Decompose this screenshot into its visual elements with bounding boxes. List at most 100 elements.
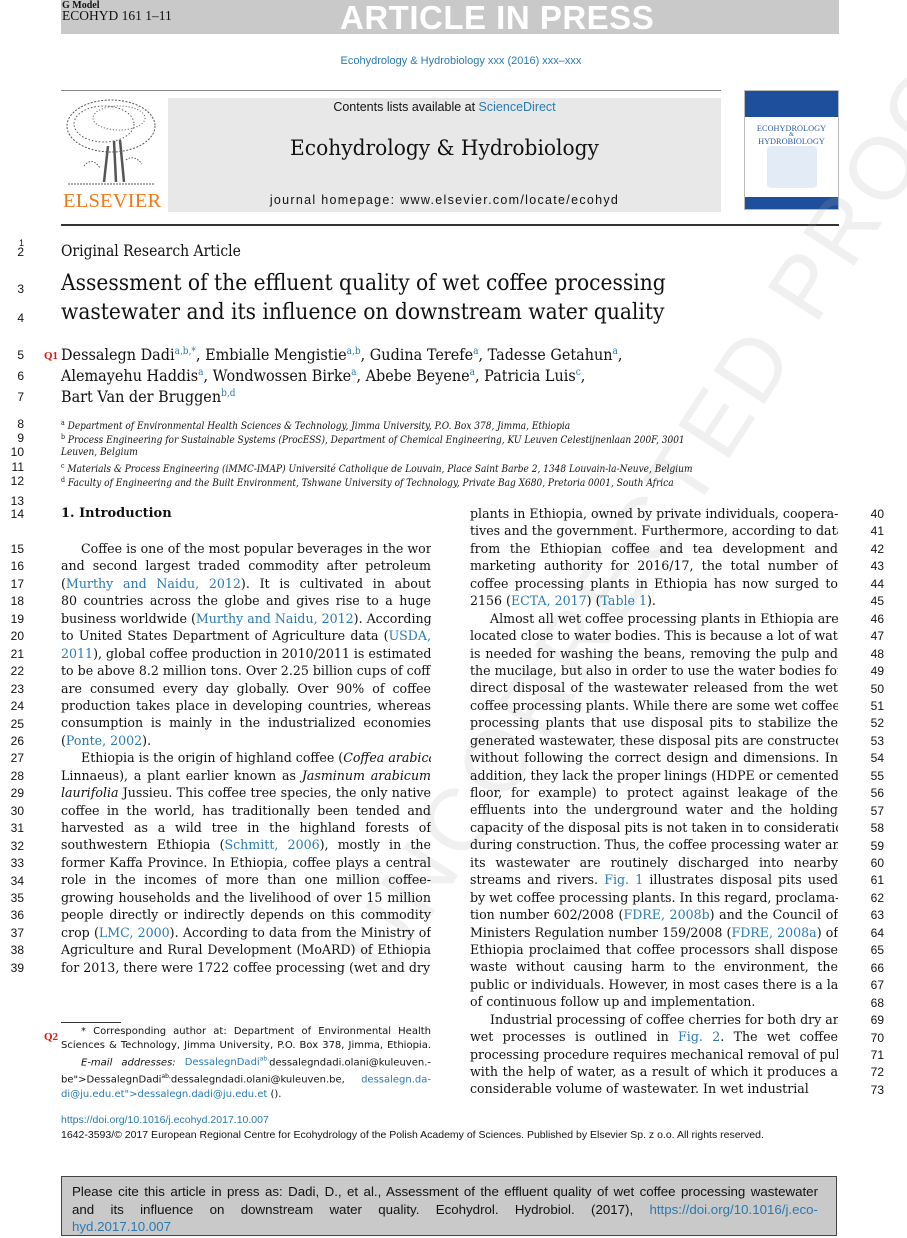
species-name: Jasminum arabicum xyxy=(301,767,431,783)
query-mark-q1[interactable]: Q1 xyxy=(44,350,58,362)
line-number: 45 xyxy=(870,594,884,609)
journal-title: Ecohydrology & Hydrobiology xyxy=(290,136,599,160)
divider xyxy=(61,90,721,91)
author-name[interactable]: Dessalegn Dadi xyxy=(61,345,175,364)
line-number: 37 xyxy=(10,925,24,940)
section-heading-introduction: 1. Introduction xyxy=(61,506,172,521)
line-number: 56 xyxy=(870,786,884,801)
line-number: 38 xyxy=(10,943,24,958)
affiliation-c: c Materials & Process Engineering (iMMC-… xyxy=(61,462,693,475)
query-mark-q2[interactable]: Q2 xyxy=(44,1031,58,1043)
line-number: 6 xyxy=(17,369,24,383)
sciencedirect-link[interactable]: ScienceDirect xyxy=(479,100,556,114)
cover-title: ECOHYDROLOGY & HYDROBIOLOGY xyxy=(747,124,836,146)
author-name[interactable]: Wondwossen Birke xyxy=(213,366,351,385)
text-line: and second largest traded commodity afte… xyxy=(61,558,431,574)
author-name[interactable]: Gudina Terefe xyxy=(370,345,473,364)
footnote-divider xyxy=(61,1022,121,1023)
text-line: capacity of the disposal pits is not tak… xyxy=(470,819,838,835)
author-name[interactable]: Embialle Mengistie xyxy=(205,345,347,364)
line-number: 52 xyxy=(870,716,884,731)
citation-link[interactable]: Ponte, 2002 xyxy=(66,733,142,748)
citation-link[interactable]: FDRE, 2008a xyxy=(731,925,816,940)
author-affiliation[interactable]: a xyxy=(613,346,618,357)
author-name[interactable]: Bart Van der Bruggen xyxy=(61,387,221,406)
text-line: considerable volume of wastewater. In we… xyxy=(470,1081,809,1097)
author-name[interactable]: Tadesse Getahun xyxy=(488,345,613,364)
line-number: 64 xyxy=(870,925,884,940)
author-name[interactable]: Patricia Luis xyxy=(484,366,576,385)
author-affiliation[interactable]: a xyxy=(351,367,356,378)
footnote-line: Sciences & Technology, Jimma University,… xyxy=(61,1040,431,1051)
email-link[interactable]: DessalegnDadiab, xyxy=(185,1056,269,1068)
line-number: 61 xyxy=(870,873,884,888)
footnote-email-line: be">DessalegnDadiab,dessalegndadi.olani@… xyxy=(61,1073,431,1086)
line-number: 43 xyxy=(870,559,884,574)
email-link[interactable]: di@ju.edu.et">dessalegn.dadi@ju.edu.et xyxy=(61,1089,267,1100)
line-number: 17 xyxy=(10,576,24,591)
body-column-right: plants in Ethiopia, owned by private ind… xyxy=(470,505,838,1098)
email-link[interactable]: dessalegn.da- xyxy=(361,1075,431,1086)
text-line: its wastewater are routinely discharged … xyxy=(470,854,838,870)
line-number: 69 xyxy=(870,1013,884,1028)
citation-link[interactable]: LMC, 2000 xyxy=(99,925,170,940)
line-number: 15 xyxy=(10,542,24,556)
text-line: to United States Department of Agricultu… xyxy=(61,628,431,644)
text-line: effluents into the underground water and… xyxy=(470,802,838,818)
citation-link[interactable]: 2011 xyxy=(61,646,93,661)
citation-link[interactable]: USDA, xyxy=(389,628,431,643)
author-affiliation[interactable]: a xyxy=(470,367,475,378)
text-line: streams and rivers. Fig. 1 illustrates d… xyxy=(470,872,838,888)
journal-reference[interactable]: Ecohydrology & Hydrobiology xxx (2016) x… xyxy=(0,55,907,67)
line-number: 22 xyxy=(10,664,24,679)
line-number: 65 xyxy=(870,943,884,958)
text-line: former Kaffa Province. In Ethiopia, coff… xyxy=(61,854,431,870)
citation-link[interactable]: Fig. 1 xyxy=(604,872,643,887)
line-number: 44 xyxy=(870,576,884,591)
citation-link[interactable]: ECTA, 2017 xyxy=(511,593,587,608)
citation-link[interactable]: Table 1 xyxy=(601,593,648,608)
line-number: 30 xyxy=(10,803,24,818)
author-affiliation[interactable]: a xyxy=(473,346,478,357)
line-number: 68 xyxy=(870,995,884,1010)
citation-line: Please cite this article in press as: Da… xyxy=(72,1184,818,1199)
line-number: 42 xyxy=(870,541,884,556)
citation-link[interactable]: FDRE, 2008b xyxy=(623,907,709,922)
citation-link[interactable]: Schmitt, 2006 xyxy=(225,837,320,852)
line-number: 5 xyxy=(17,348,24,362)
corresponding-author-footnote: * Corresponding author at: Department of… xyxy=(61,1025,431,1102)
citation-doi-link[interactable]: https://doi.org/10.1016/j.eco- xyxy=(649,1202,818,1217)
text-line: growing households and the livelihood of… xyxy=(61,889,431,905)
line-number: 32 xyxy=(10,838,24,853)
journal-cover-thumbnail[interactable]: ECOHYDROLOGY & HYDROBIOLOGY xyxy=(744,90,839,210)
line-number: 10 xyxy=(10,445,24,459)
affiliation-text: Faculty of Engineering and the Built Env… xyxy=(67,478,674,489)
text-line: without following the correct design and… xyxy=(470,750,838,766)
citation-link[interactable]: Fig. 2 xyxy=(678,1029,720,1044)
footnote-email-line: di@ju.edu.et">dessalegn.dadi@ju.edu.et (… xyxy=(61,1088,282,1100)
author-name[interactable]: Abebe Beyene xyxy=(366,366,470,385)
line-number: 60 xyxy=(870,856,884,870)
line-number: 70 xyxy=(870,1030,884,1045)
citation-link[interactable]: Murthy and Naidu, 2012 xyxy=(66,576,241,591)
text-line: public or individuals. However, in most … xyxy=(470,976,838,992)
text-line: Linnaeus), a plant earlier known as Jasm… xyxy=(61,767,431,783)
author-affiliation[interactable]: a,b,* xyxy=(175,346,196,357)
text-line: addition, they lack the proper linings (… xyxy=(470,767,838,783)
journal-homepage[interactable]: journal homepage: www.elsevier.com/locat… xyxy=(168,193,721,207)
author-affiliation[interactable]: c xyxy=(576,367,581,378)
author-affiliation[interactable]: a xyxy=(198,367,203,378)
author-name[interactable]: Alemayehu Haddis xyxy=(61,366,198,385)
author-line-1: Dessalegn Dadia,b,*, Embialle Mengistiea… xyxy=(61,345,623,364)
doi-link[interactable]: https://doi.org/10.1016/j.ecohyd.2017.10… xyxy=(61,1114,269,1126)
text-line: people directly or indirectly depends on… xyxy=(61,907,431,923)
text-line: coffee in the world, has traditionally b… xyxy=(61,802,431,818)
citation-link[interactable]: Murthy and Naidu, 2012 xyxy=(196,611,354,626)
author-affiliation[interactable]: a,b xyxy=(347,346,361,357)
author-affiliation[interactable]: b,d xyxy=(221,388,235,399)
citation-line: and its influence on downstream water qu… xyxy=(72,1201,818,1219)
citation-doi-link-cont[interactable]: hyd.2017.10.007 xyxy=(72,1218,818,1236)
elsevier-wordmark[interactable]: ELSEVIER xyxy=(63,190,161,213)
line-number: 16 xyxy=(10,559,24,574)
text-line: wet processes is outlined in Fig. 2. The… xyxy=(470,1029,838,1045)
